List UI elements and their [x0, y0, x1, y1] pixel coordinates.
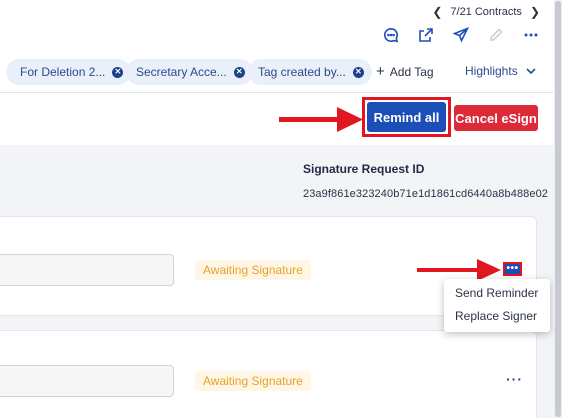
- more-options-icon[interactable]: •••: [503, 262, 522, 276]
- header-divider: [0, 92, 554, 93]
- contract-navigator: ❮ 7/21 Contracts ❯: [432, 6, 540, 18]
- more-icon[interactable]: [522, 26, 540, 44]
- tag-label: Tag created by...: [258, 65, 346, 79]
- highlights-label: Highlights: [465, 64, 518, 78]
- send-icon[interactable]: [452, 26, 470, 44]
- tag-chip[interactable]: Tag created by... ✕: [248, 59, 372, 85]
- tag-chip[interactable]: For Deletion 2... ✕: [6, 59, 132, 85]
- status-badge: Awaiting Signature: [195, 371, 311, 391]
- remove-tag-icon[interactable]: ✕: [233, 66, 245, 78]
- signer-field[interactable]: [0, 365, 174, 397]
- external-link-icon[interactable]: [417, 26, 435, 44]
- edit-icon[interactable]: [487, 26, 505, 44]
- more-options-menu: Send Reminder Replace Signer: [444, 279, 550, 332]
- signature-request-label: Signature Request ID: [303, 162, 425, 176]
- add-tag-label: Add Tag: [389, 64, 434, 79]
- chevron-left-icon[interactable]: ❮: [432, 6, 442, 18]
- toolbar: [382, 26, 540, 44]
- more-options-icon[interactable]: ···: [506, 372, 523, 386]
- chevron-right-icon[interactable]: ❯: [530, 6, 540, 18]
- remind-all-button[interactable]: Remind all: [367, 102, 446, 132]
- plus-icon: +: [376, 63, 385, 80]
- chevron-down-icon: [526, 67, 536, 74]
- tags-bar: For Deletion 2... ✕ Secretary Acce... ✕ …: [0, 58, 554, 86]
- status-badge: Awaiting Signature: [195, 260, 311, 280]
- annotation-arrow: [279, 107, 363, 132]
- scrollbar[interactable]: [554, 0, 562, 418]
- add-tag-button[interactable]: + Add Tag: [376, 64, 434, 79]
- contract-counter: 7/21 Contracts: [450, 6, 522, 18]
- scrollbar-thumb[interactable]: [555, 1, 561, 417]
- highlights-dropdown[interactable]: Highlights: [465, 64, 536, 78]
- signer-field[interactable]: [0, 254, 174, 286]
- cancel-esign-button[interactable]: Cancel eSign: [454, 105, 538, 131]
- signer-card: Awaiting Signature ···: [0, 330, 537, 418]
- tag-label: Secretary Acce...: [136, 65, 227, 79]
- comment-icon[interactable]: [382, 26, 400, 44]
- remove-tag-icon[interactable]: ✕: [352, 66, 364, 78]
- tag-label: For Deletion 2...: [20, 65, 106, 79]
- signature-request-id: 23a9f861e323240b71e1d1861cd6440a8b488e02: [303, 188, 549, 200]
- replace-signer-menu-item[interactable]: Replace Signer: [455, 309, 537, 323]
- remove-tag-icon[interactable]: ✕: [112, 66, 124, 78]
- send-reminder-menu-item[interactable]: Send Reminder: [455, 286, 538, 300]
- tag-chip[interactable]: Secretary Acce... ✕: [126, 59, 253, 85]
